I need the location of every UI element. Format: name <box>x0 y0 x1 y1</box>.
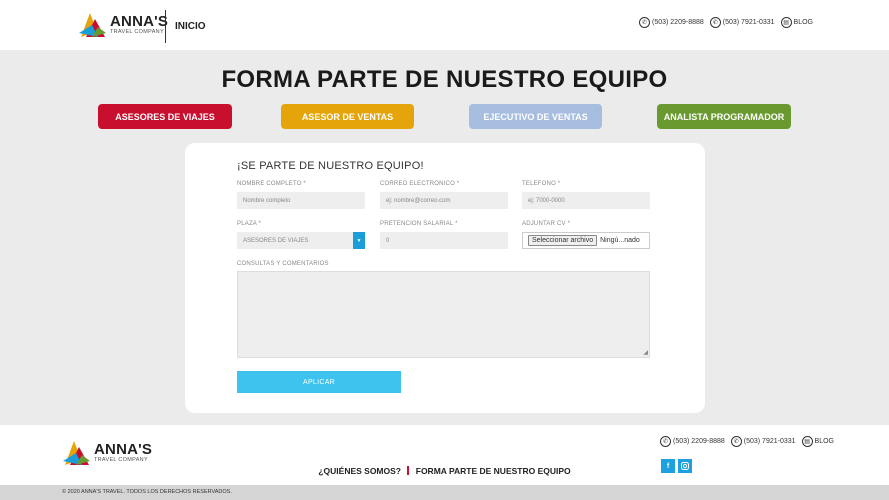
site-footer: ANNA'S TRAVEL COMPANY ¿QUIÉNES SOMOS? FO… <box>0 425 889 485</box>
page-title: FORMA PARTE DE NUESTRO EQUIPO <box>221 66 668 93</box>
footer-phone-1[interactable]: ✆ (503) 2209-8888 <box>660 436 725 447</box>
footer-logo-subtitle: TRAVEL COMPANY <box>94 457 148 464</box>
header-logo[interactable]: ANNA'S TRAVEL COMPANY <box>78 11 168 39</box>
pretencion-input[interactable]: 0 <box>380 232 508 249</box>
correo-input[interactable]: ej: nombre@correo.com <box>380 192 508 209</box>
blog-icon: ▤ <box>780 17 792 28</box>
logo-subtitle: TRAVEL COMPANY <box>110 29 164 36</box>
application-form-card: ¡SE PARTE DE NUESTRO EQUIPO! NOMBRE COMP… <box>185 143 705 413</box>
footer-links: ¿QUIÉNES SOMOS? FORMA PARTE DE NUESTRO E… <box>0 466 889 476</box>
footer-contact: ✆ (503) 2209-8888 ✆ (503) 7921-0331 ▤ BL… <box>660 436 840 447</box>
footer-blog-link[interactable]: ▤ BLOG <box>801 436 834 447</box>
dropdown-arrow-icon[interactable]: ▼ <box>353 232 365 249</box>
telefono-input[interactable]: ej: 7000-0000 <box>522 192 650 209</box>
footer-phone-2[interactable]: ✆ (503) 7921-0331 <box>730 436 796 447</box>
tab-analista-programador[interactable]: ANALISTA PROGRAMADOR <box>657 104 791 129</box>
footer-phone-1-text: (503) 2209-8888 <box>673 438 725 445</box>
logo-mark-icon <box>63 441 90 465</box>
instagram-icon[interactable] <box>678 459 692 473</box>
tab-ejecutivo-de-ventas[interactable]: EJECUTIVO DE VENTAS <box>469 104 602 129</box>
facebook-icon[interactable]: f <box>661 459 675 473</box>
copyright-text: © 2020 ANNA'S TRAVEL. TODOS LOS DERECHOS… <box>62 489 232 495</box>
blog-icon: ▤ <box>801 436 813 447</box>
tab-asesor-de-ventas[interactable]: ASESOR DE VENTAS <box>281 104 414 129</box>
nav-inicio-link[interactable]: INICIO <box>175 21 206 32</box>
resize-handle-icon[interactable]: ◢ <box>643 349 648 356</box>
plaza-label: PLAZA * <box>237 221 262 227</box>
aplicar-button[interactable]: APLICAR <box>237 371 401 393</box>
file-status: Ningú...nado <box>600 237 640 244</box>
plaza-select-value: ASESORES DE VIAJES <box>243 237 309 244</box>
plaza-select[interactable]: ASESORES DE VIAJES ▼ <box>237 232 365 249</box>
header-phone-1-text: (503) 2209-8888 <box>652 19 704 26</box>
whatsapp-icon: ✆ <box>709 17 721 28</box>
form-title: ¡SE PARTE DE NUESTRO EQUIPO! <box>237 160 424 172</box>
footer-link-separator <box>407 466 410 475</box>
phone-icon: ✆ <box>660 436 671 447</box>
nombre-label: NOMBRE COMPLETO * <box>237 181 306 187</box>
adjuntar-label: ADJUNTAR CV * <box>522 221 571 227</box>
header-phone-1[interactable]: ✆ (503) 2209-8888 <box>639 17 704 28</box>
nombre-input[interactable]: Nombre completo <box>237 192 365 209</box>
pretencion-label: PRETENCION SALARIAL * <box>380 221 458 227</box>
header-blog-link[interactable]: ▤ BLOG <box>780 17 813 28</box>
instagram-glyph <box>681 462 689 470</box>
footer-link-quienes-somos[interactable]: ¿QUIÉNES SOMOS? <box>318 466 401 476</box>
footer-link-forma-parte[interactable]: FORMA PARTE DE NUESTRO EQUIPO <box>416 466 571 476</box>
site-header: ANNA'S TRAVEL COMPANY INICIO ✆ (503) 220… <box>0 0 889 50</box>
consultas-textarea[interactable]: ◢ <box>237 271 650 358</box>
header-contact: ✆ (503) 2209-8888 ✆ (503) 7921-0331 ▤ BL… <box>639 17 819 28</box>
correo-label: CORREO ELECTRONICO * <box>380 181 460 187</box>
header-blog-text: BLOG <box>793 19 813 26</box>
file-select-button[interactable]: Seleccionar archivo <box>528 235 598 246</box>
header-divider <box>165 10 166 43</box>
consultas-label: CONSULTAS Y COMENTARIOS <box>237 261 329 267</box>
telefono-label: TELEFONO * <box>522 181 561 187</box>
footer-logo-name: ANNA'S <box>94 441 153 459</box>
footer-logo[interactable]: ANNA'S TRAVEL COMPANY <box>62 439 152 467</box>
tab-asesores-de-viajes[interactable]: ASESORES DE VIAJES <box>98 104 232 129</box>
phone-icon: ✆ <box>639 17 650 28</box>
logo-name: ANNA'S <box>110 13 169 31</box>
whatsapp-icon: ✆ <box>730 436 742 447</box>
header-phone-2-text: (503) 7921-0331 <box>722 19 775 26</box>
cv-file-input[interactable]: Seleccionar archivo Ningú...nado <box>522 232 650 249</box>
footer-phone-2-text: (503) 7921-0331 <box>743 438 796 445</box>
logo-mark-icon <box>79 13 106 37</box>
copyright-bar: © 2020 ANNA'S TRAVEL. TODOS LOS DERECHOS… <box>0 485 889 500</box>
header-phone-2[interactable]: ✆ (503) 7921-0331 <box>709 17 775 28</box>
footer-blog-text: BLOG <box>814 438 834 445</box>
